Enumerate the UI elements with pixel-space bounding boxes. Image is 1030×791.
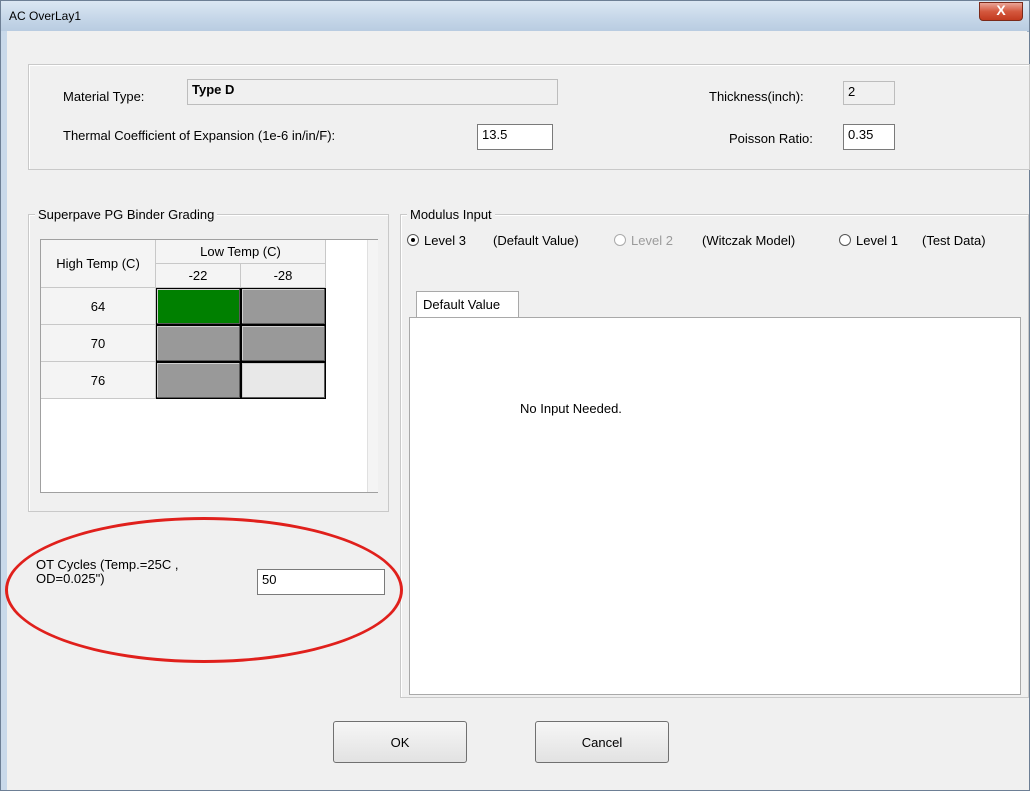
high-temp-row-header: 70 <box>41 325 156 362</box>
material-type-field: Type D <box>187 79 558 105</box>
binder-grading-legend: Superpave PG Binder Grading <box>35 207 218 222</box>
level1-label[interactable]: Level 1 <box>856 233 898 248</box>
tab-default-value[interactable]: Default Value <box>416 291 519 318</box>
level2-label: Level 2 <box>631 233 673 248</box>
close-icon: X <box>996 2 1006 18</box>
title-bar[interactable]: AC OverLay1 X <box>1 1 1029 32</box>
material-type-value: Type D <box>192 82 235 97</box>
window-title: AC OverLay1 <box>9 9 82 23</box>
grid-vertical-scroll-track <box>367 240 378 492</box>
high-temp-header: High Temp (C) <box>41 240 156 288</box>
pg-cell-64-28[interactable] <box>241 288 326 325</box>
poisson-ratio-value: 0.35 <box>848 127 874 142</box>
pg-cell-64-22[interactable] <box>156 288 241 325</box>
pg-cell-70-28[interactable] <box>241 325 326 362</box>
thermal-coefficient-input[interactable]: 13.5 <box>477 124 553 150</box>
thickness-field: 2 <box>843 81 895 105</box>
level1-radio[interactable] <box>839 234 851 246</box>
dialog-client-area: Material Type: Type D Thickness(inch): 2… <box>5 31 1030 788</box>
dialog-window: AC OverLay1 X Material Type: Type D Thic… <box>0 0 1030 791</box>
high-temp-row-header: 76 <box>41 362 156 399</box>
low-temp-col-header: -22 <box>156 264 241 288</box>
level3-desc: (Default Value) <box>493 233 579 248</box>
poisson-ratio-label: Poisson Ratio: <box>729 131 813 146</box>
ot-cycles-input[interactable]: 50 <box>257 569 385 595</box>
ot-cycles-value: 50 <box>262 572 277 587</box>
material-type-label: Material Type: <box>63 89 145 104</box>
ok-button[interactable]: OK <box>333 721 467 763</box>
no-input-message: No Input Needed. <box>520 401 622 416</box>
level3-radio[interactable] <box>407 234 419 246</box>
pg-cell-70-22[interactable] <box>156 325 241 362</box>
ot-cycles-label: OT Cycles (Temp.=25C , OD=0.025") <box>36 557 179 586</box>
binder-grade-grid: High Temp (C) Low Temp (C) -22 -28 64 70… <box>40 239 378 493</box>
high-temp-row-header: 64 <box>41 288 156 325</box>
thermal-coefficient-value: 13.5 <box>482 127 508 142</box>
modulus-input-legend: Modulus Input <box>407 207 495 222</box>
level1-desc: (Test Data) <box>922 233 986 248</box>
low-temp-header: Low Temp (C) <box>156 240 326 264</box>
low-temp-col-header: -28 <box>241 264 326 288</box>
thermal-coefficient-label: Thermal Coefficient of Expansion (1e-6 i… <box>63 128 336 143</box>
pg-cell-76-28[interactable] <box>241 362 326 399</box>
level2-radio <box>614 234 626 246</box>
pg-cell-76-22[interactable] <box>156 362 241 399</box>
level2-desc: (Witczak Model) <box>702 233 796 248</box>
level3-label[interactable]: Level 3 <box>424 233 466 248</box>
thickness-value: 2 <box>848 84 856 99</box>
default-value-tab-panel: No Input Needed. <box>409 317 1021 695</box>
close-button[interactable]: X <box>979 2 1023 21</box>
poisson-ratio-input[interactable]: 0.35 <box>843 124 895 150</box>
thickness-label: Thickness(inch): <box>709 89 804 104</box>
cancel-button[interactable]: Cancel <box>535 721 669 763</box>
